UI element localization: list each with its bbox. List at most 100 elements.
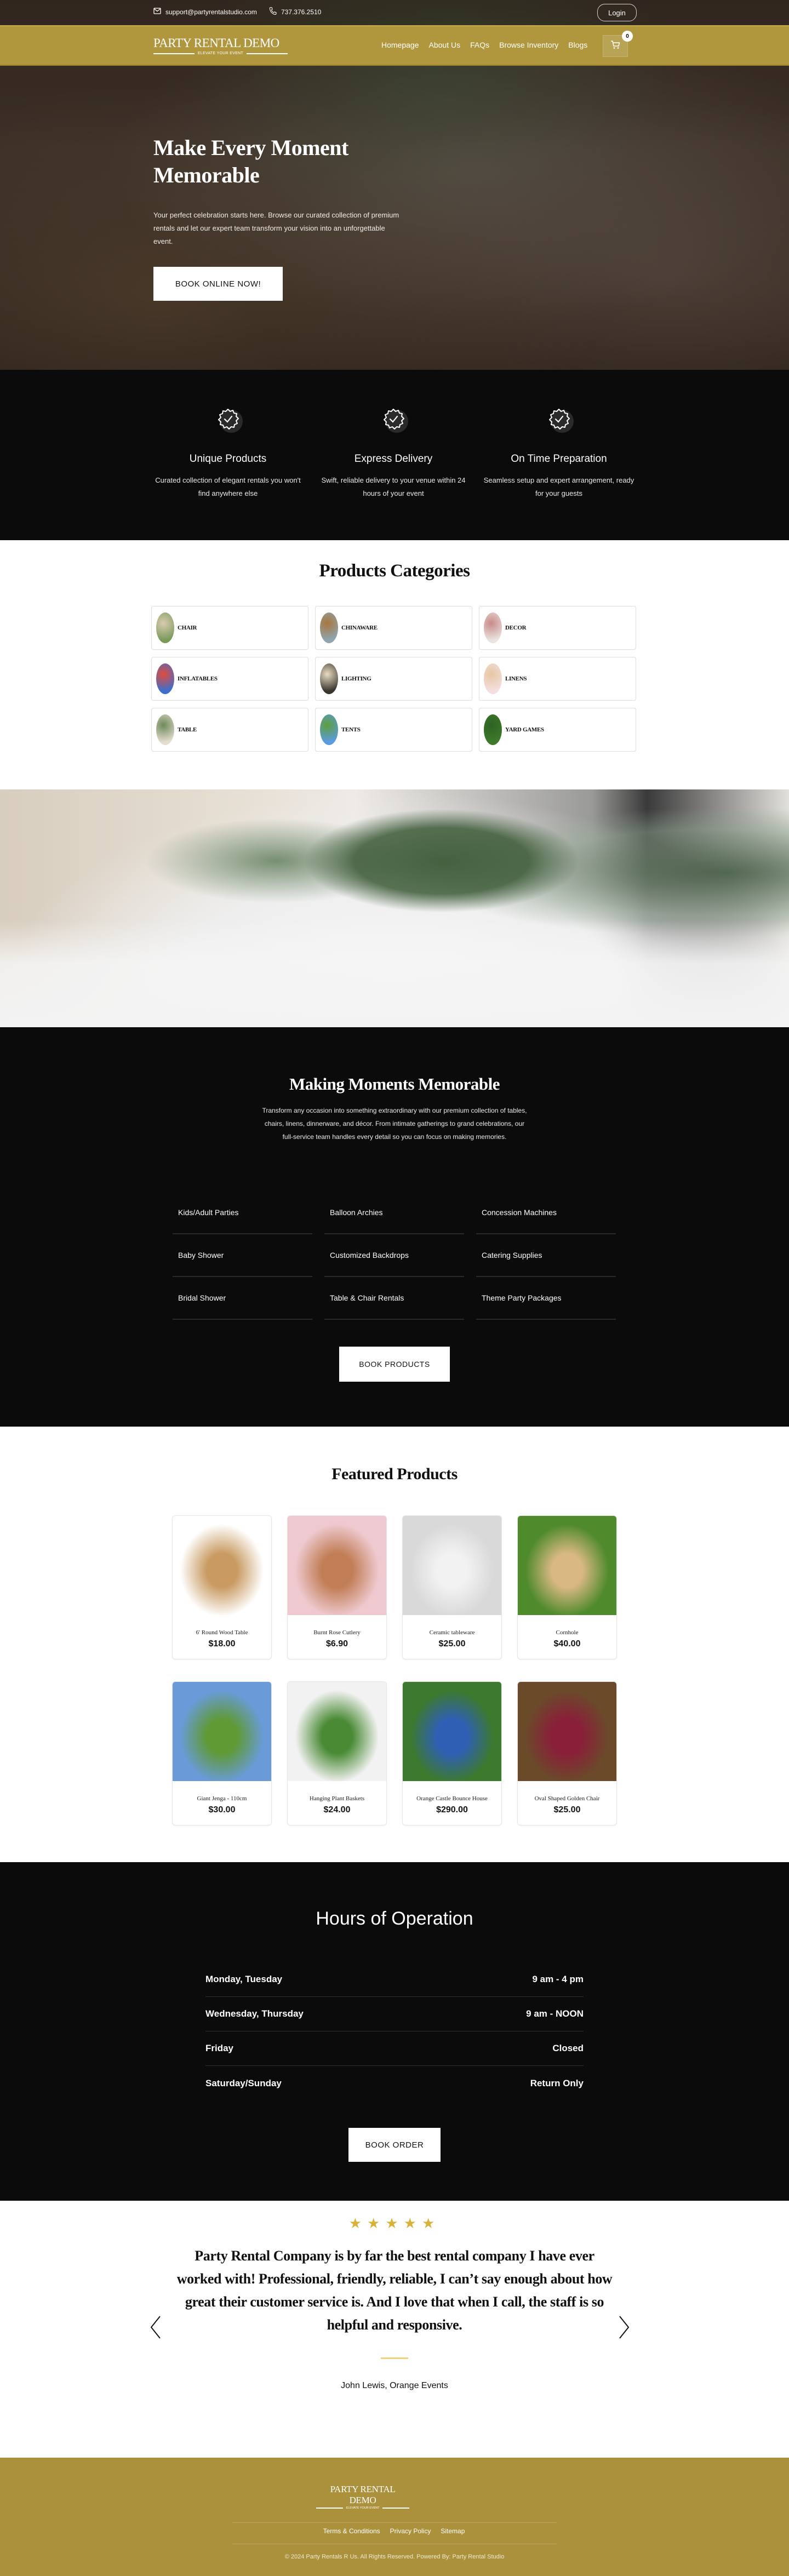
product-card[interactable]: Giant Jenga - 110cm $30.00 [172,1681,272,1825]
nav-link-blogs[interactable]: Blogs [568,41,587,49]
hours-section: Hours of Operation Monday, Tuesday 9 am -… [0,1862,789,2201]
hours-row: Wednesday, Thursday 9 am - NOON [205,1997,584,2031]
nav-link-homepage[interactable]: Homepage [381,41,419,49]
quote-divider [381,2357,408,2359]
hours-day: Friday [205,2043,234,2053]
feature-text: Curated collection of elegant rentals yo… [155,476,301,497]
moments-section: Making Moments Memorable Transform any o… [0,1027,789,1427]
hours-time: Return Only [530,2077,584,2088]
tagline-text: ELEVATE YOUR EVENT [346,2506,380,2510]
category-card-tents[interactable]: TENTS [315,708,472,752]
service-item[interactable]: Catering Supplies [476,1234,616,1277]
feature-on-time-preparation: On Time Preparation Seamless setup and e… [482,404,636,500]
category-label: CHAIR [178,625,197,631]
product-image [173,1682,271,1781]
testimonial-section: ★★★★★ Party Rental Company is by far the… [0,2201,789,2458]
category-card-chair[interactable]: CHAIR [151,606,308,650]
copyright-text: © 2024 Party Rentals R Us. All Rights Re… [284,2554,505,2560]
product-name: Ceramic tableware [429,1629,475,1636]
nav-link-faqs[interactable]: FAQs [470,41,489,49]
nav-link-about-us[interactable]: About Us [429,41,461,49]
category-card-yard-games[interactable]: YARD GAMES [479,708,636,752]
product-card[interactable]: Oval Shaped Golden Chair $25.00 [517,1681,617,1825]
service-item[interactable]: Kids/Adult Parties [173,1192,312,1234]
category-card-chinaware[interactable]: CHINAWARE [315,606,472,650]
contact-info: support@partyrentalstudio.com 737.376.25… [153,7,321,17]
product-name: 6' Round Wood Table [196,1629,248,1636]
previous-testimonial-button[interactable] [148,2314,164,2341]
product-name: Giant Jenga - 110cm [197,1795,247,1802]
email-text: support@partyrentalstudio.com [165,8,257,16]
category-thumbnail [484,612,502,643]
category-card-decor[interactable]: DECOR [479,606,636,650]
category-card-inflatables[interactable]: INFLATABLES [151,657,308,701]
hours-row: Saturday/Sunday Return Only [205,2066,584,2100]
tagline-text: ELEVATE YOUR EVENT [197,51,244,55]
top-bar: support@partyrentalstudio.com 737.376.25… [0,0,789,25]
product-card[interactable]: Ceramic tableware $25.00 [402,1515,502,1659]
shopping-cart-icon [610,40,620,53]
footer-link-privacy[interactable]: Privacy Policy [390,2527,431,2535]
product-name: Burnt Rose Cutlery [313,1629,361,1636]
product-price: $25.00 [553,1805,581,1814]
tagline-rule [316,2508,344,2509]
product-card[interactable]: Orange Castle Bounce House $290.00 [402,1681,502,1825]
hours-row: Monday, Tuesday 9 am - 4 pm [205,1962,584,1997]
product-image [288,1682,386,1781]
testimonial-author: John Lewis, Orange Events [341,2381,448,2390]
book-order-button[interactable]: BOOK ORDER [348,2128,441,2162]
book-online-button[interactable]: BOOK ONLINE NOW! [153,267,283,301]
category-card-linens[interactable]: LINENS [479,657,636,701]
tagline-rule [382,2508,410,2509]
book-products-button[interactable]: BOOK PRODUCTS [339,1347,450,1382]
main-navbar: PARTY RENTAL DEMO ELEVATE YOUR EVENT Hom… [0,25,789,66]
hours-day: Saturday/Sunday [205,2077,282,2088]
hours-title: Hours of Operation [316,1908,473,1929]
hero-content: Make Every Moment Memorable Your perfect… [153,134,411,301]
product-card[interactable]: 6' Round Wood Table $18.00 [172,1515,272,1659]
categories-grid: CHAIR CHINAWARE DECOR INFLATABLES LIGHTING LI… [151,606,636,752]
hero-subtitle: Your perfect celebration starts here. Br… [153,211,399,245]
site-footer: PARTY RENTAL DEMO ELEVATE YOUR EVENT Ter… [0,2458,789,2576]
verified-badge-icon [537,404,581,442]
service-item[interactable]: Balloon Archies [324,1192,464,1234]
moments-intro: Transform any occasion into something ex… [262,1107,527,1141]
service-item[interactable]: Bridal Shower [173,1277,312,1320]
banner-image [0,789,789,1027]
footer-logo[interactable]: PARTY RENTAL DEMO ELEVATE YOUR EVENT [316,2484,410,2510]
service-item[interactable]: Table & Chair Rentals [324,1277,464,1320]
chevron-left-icon [148,2316,164,2343]
footer-link-terms[interactable]: Terms & Conditions [323,2527,380,2535]
product-card[interactable]: Cornhole $40.00 [517,1515,617,1659]
next-testimonial-button[interactable] [615,2314,632,2341]
service-item[interactable]: Concession Machines [476,1192,616,1234]
category-card-table[interactable]: TABLE [151,708,308,752]
email-link[interactable]: support@partyrentalstudio.com [153,8,257,16]
footer-divider [232,2522,557,2523]
service-item[interactable]: Customized Backdrops [324,1234,464,1277]
phone-link[interactable]: 737.376.2510 [269,7,321,17]
hours-day: Wednesday, Thursday [205,2008,304,2019]
product-image [403,1516,501,1615]
feature-title: Unique Products [189,453,267,465]
feature-text: Swift, reliable delivery to your venue w… [321,476,466,497]
hours-table: Monday, Tuesday 9 am - 4 pm Wednesday, Thu… [205,1962,584,2100]
mail-icon [153,8,161,16]
footer-link-sitemap[interactable]: Sitemap [441,2527,465,2535]
service-item[interactable]: Baby Shower [173,1234,312,1277]
product-card[interactable]: Burnt Rose Cutlery $6.90 [287,1515,387,1659]
login-button[interactable]: Login [597,4,637,21]
category-thumbnail [320,612,338,643]
site-logo[interactable]: PARTY RENTAL DEMO ELEVATE YOUR EVENT [153,36,288,55]
features-section: Unique Products Curated collection of el… [0,370,789,540]
nav-link-browse-inventory[interactable]: Browse Inventory [499,41,558,49]
product-card[interactable]: Hanging Plant Baskets $24.00 [287,1681,387,1825]
feature-express-delivery: Express Delivery Swift, reliable deliver… [317,404,470,500]
service-item[interactable]: Theme Party Packages [476,1277,616,1320]
product-name: Orange Castle Bounce House [416,1795,488,1802]
logo-tagline: ELEVATE YOUR EVENT [153,51,288,55]
category-card-lighting[interactable]: LIGHTING [315,657,472,701]
product-image [403,1682,501,1781]
product-image [288,1516,386,1615]
hours-time: 9 am - 4 pm [532,1974,584,1984]
